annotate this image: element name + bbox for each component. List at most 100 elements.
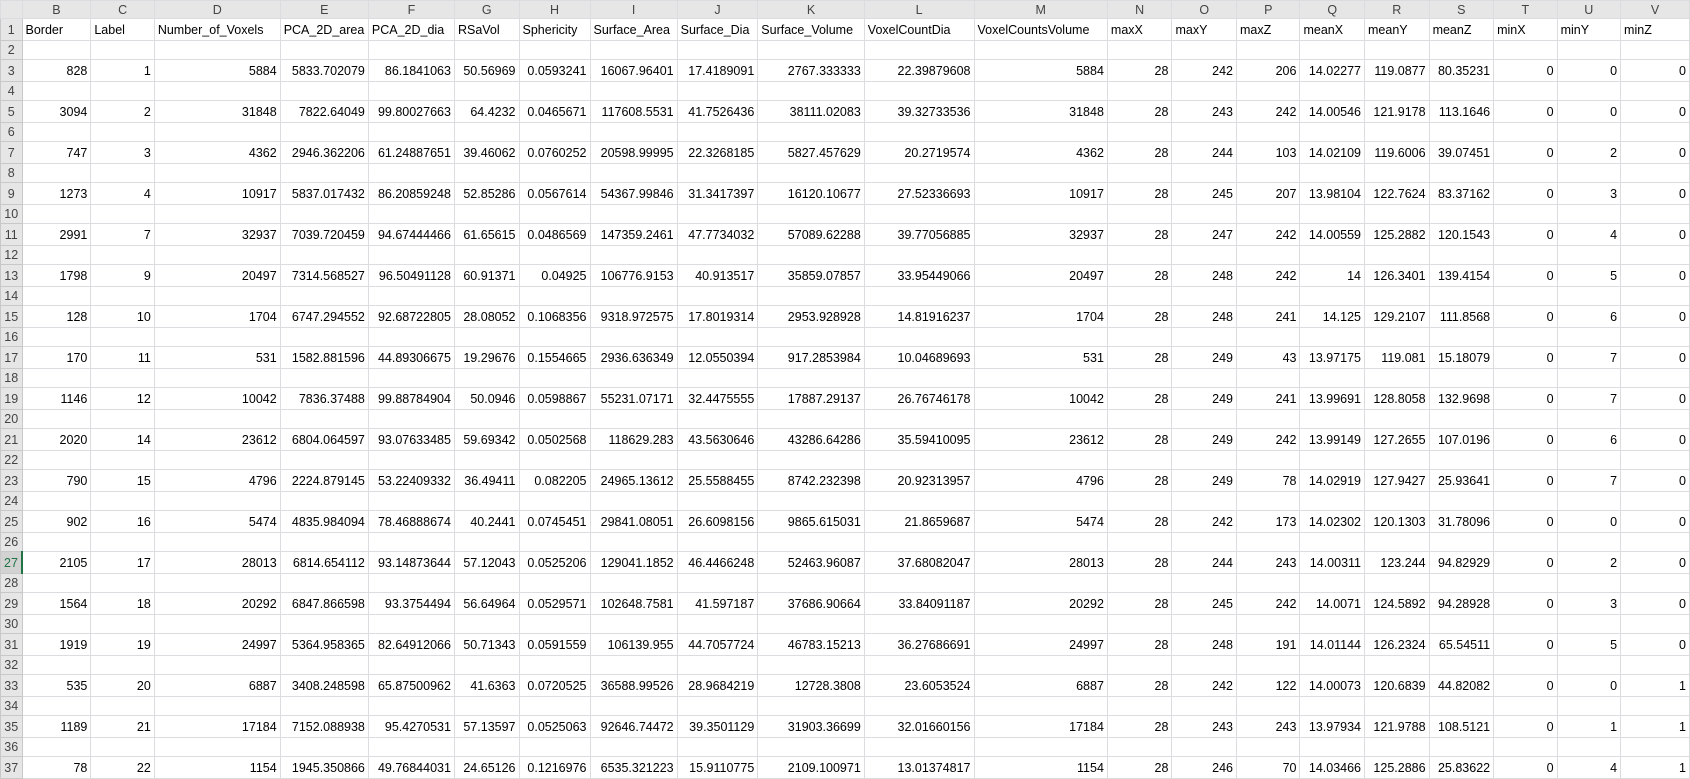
cell[interactable] bbox=[90, 163, 155, 183]
cell[interactable]: 17.4189091 bbox=[676, 59, 759, 82]
cell[interactable]: 1798 bbox=[21, 264, 92, 287]
cell[interactable] bbox=[676, 655, 759, 675]
cell[interactable]: 0.0486569 bbox=[518, 223, 591, 246]
cell[interactable] bbox=[1556, 327, 1622, 347]
cell[interactable] bbox=[1171, 245, 1237, 265]
cell[interactable] bbox=[90, 450, 155, 470]
cell[interactable] bbox=[367, 40, 455, 60]
column-header[interactable]: R bbox=[1364, 0, 1430, 19]
cell[interactable]: 249 bbox=[1171, 346, 1237, 369]
row-number[interactable]: 18 bbox=[0, 368, 23, 388]
cell[interactable]: 0 bbox=[1620, 182, 1690, 205]
cell[interactable] bbox=[1620, 81, 1690, 101]
cell[interactable]: 44.7057724 bbox=[676, 633, 759, 656]
cell[interactable] bbox=[21, 368, 92, 388]
cell[interactable]: 249 bbox=[1171, 469, 1237, 492]
cell[interactable]: 1189 bbox=[21, 715, 92, 738]
cell[interactable] bbox=[589, 614, 678, 634]
cell[interactable]: 106776.9153 bbox=[589, 264, 678, 287]
cell[interactable]: 36.49411 bbox=[453, 469, 520, 492]
cell[interactable]: 118629.283 bbox=[589, 428, 678, 451]
cell[interactable] bbox=[90, 40, 155, 60]
cell[interactable]: 6887 bbox=[153, 674, 281, 697]
cell[interactable] bbox=[21, 204, 92, 224]
cell[interactable]: 14.00311 bbox=[1299, 551, 1366, 574]
cell[interactable] bbox=[1556, 163, 1622, 183]
cell[interactable]: 13.97934 bbox=[1299, 715, 1366, 738]
cell[interactable] bbox=[279, 532, 369, 552]
cell[interactable]: 2224.879145 bbox=[279, 469, 369, 492]
cell[interactable]: 32.4475555 bbox=[676, 387, 759, 410]
cell[interactable]: 32937 bbox=[973, 223, 1108, 246]
cell[interactable]: 38111.02083 bbox=[757, 100, 865, 123]
cell[interactable]: 13.98104 bbox=[1299, 182, 1366, 205]
cell[interactable] bbox=[1428, 696, 1495, 716]
cell[interactable]: 0 bbox=[1493, 346, 1558, 369]
cell[interactable]: 531 bbox=[153, 346, 281, 369]
cell[interactable] bbox=[21, 655, 92, 675]
cell[interactable] bbox=[1364, 532, 1430, 552]
cell[interactable] bbox=[21, 573, 92, 593]
cell[interactable]: 1919 bbox=[21, 633, 92, 656]
cell[interactable] bbox=[1556, 737, 1622, 757]
cell[interactable]: 20.2719574 bbox=[863, 141, 975, 164]
cell[interactable]: 1154 bbox=[153, 756, 281, 779]
cell[interactable]: 103 bbox=[1235, 141, 1301, 164]
cell[interactable] bbox=[757, 245, 865, 265]
cell[interactable] bbox=[1171, 409, 1237, 429]
header-cell[interactable]: minY bbox=[1556, 18, 1622, 41]
cell[interactable] bbox=[863, 286, 975, 306]
cell[interactable] bbox=[1235, 81, 1301, 101]
cell[interactable] bbox=[518, 737, 591, 757]
cell[interactable]: 1154 bbox=[973, 756, 1108, 779]
cell[interactable] bbox=[1106, 122, 1173, 142]
cell[interactable] bbox=[279, 614, 369, 634]
cell[interactable] bbox=[1299, 532, 1366, 552]
header-cell[interactable]: PCA_2D_dia bbox=[367, 18, 455, 41]
cell[interactable]: 0.0567614 bbox=[518, 182, 591, 205]
cell[interactable] bbox=[1364, 409, 1430, 429]
cell[interactable]: 0 bbox=[1493, 100, 1558, 123]
cell[interactable] bbox=[518, 81, 591, 101]
header-cell[interactable]: maxY bbox=[1171, 18, 1237, 41]
cell[interactable] bbox=[1493, 286, 1558, 306]
cell[interactable]: 32937 bbox=[153, 223, 281, 246]
cell[interactable]: 28 bbox=[1106, 305, 1173, 328]
cell[interactable] bbox=[1171, 122, 1237, 142]
cell[interactable]: 10042 bbox=[973, 387, 1108, 410]
column-header[interactable]: M bbox=[973, 0, 1108, 19]
cell[interactable]: 139.4154 bbox=[1428, 264, 1495, 287]
cell[interactable]: 0 bbox=[1556, 100, 1622, 123]
cell[interactable] bbox=[1493, 368, 1558, 388]
cell[interactable]: 7039.720459 bbox=[279, 223, 369, 246]
cell[interactable] bbox=[1620, 655, 1690, 675]
cell[interactable] bbox=[1299, 491, 1366, 511]
cell[interactable]: 0 bbox=[1493, 469, 1558, 492]
cell[interactable] bbox=[21, 245, 92, 265]
cell[interactable] bbox=[1235, 737, 1301, 757]
cell[interactable] bbox=[589, 122, 678, 142]
cell[interactable]: 28 bbox=[1106, 674, 1173, 697]
cell[interactable]: 50.71343 bbox=[453, 633, 520, 656]
cell[interactable]: 14.125 bbox=[1299, 305, 1366, 328]
cell[interactable]: 17887.29137 bbox=[757, 387, 865, 410]
cell[interactable]: 21.8659687 bbox=[863, 510, 975, 533]
cell[interactable] bbox=[973, 81, 1108, 101]
cell[interactable]: 1 bbox=[1620, 715, 1690, 738]
cell[interactable]: 28 bbox=[1106, 756, 1173, 779]
cell[interactable]: 0.1216976 bbox=[518, 756, 591, 779]
cell[interactable]: 19 bbox=[90, 633, 155, 656]
cell[interactable] bbox=[1428, 450, 1495, 470]
cell[interactable] bbox=[153, 573, 281, 593]
cell[interactable]: 1582.881596 bbox=[279, 346, 369, 369]
cell[interactable] bbox=[279, 163, 369, 183]
cell[interactable]: 46.4466248 bbox=[676, 551, 759, 574]
cell[interactable] bbox=[153, 40, 281, 60]
row-number[interactable]: 28 bbox=[0, 573, 23, 593]
select-all-corner[interactable] bbox=[0, 0, 23, 19]
cell[interactable]: 3408.248598 bbox=[279, 674, 369, 697]
cell[interactable] bbox=[863, 204, 975, 224]
cell[interactable]: 32.01660156 bbox=[863, 715, 975, 738]
cell[interactable]: 52463.96087 bbox=[757, 551, 865, 574]
cell[interactable] bbox=[153, 122, 281, 142]
